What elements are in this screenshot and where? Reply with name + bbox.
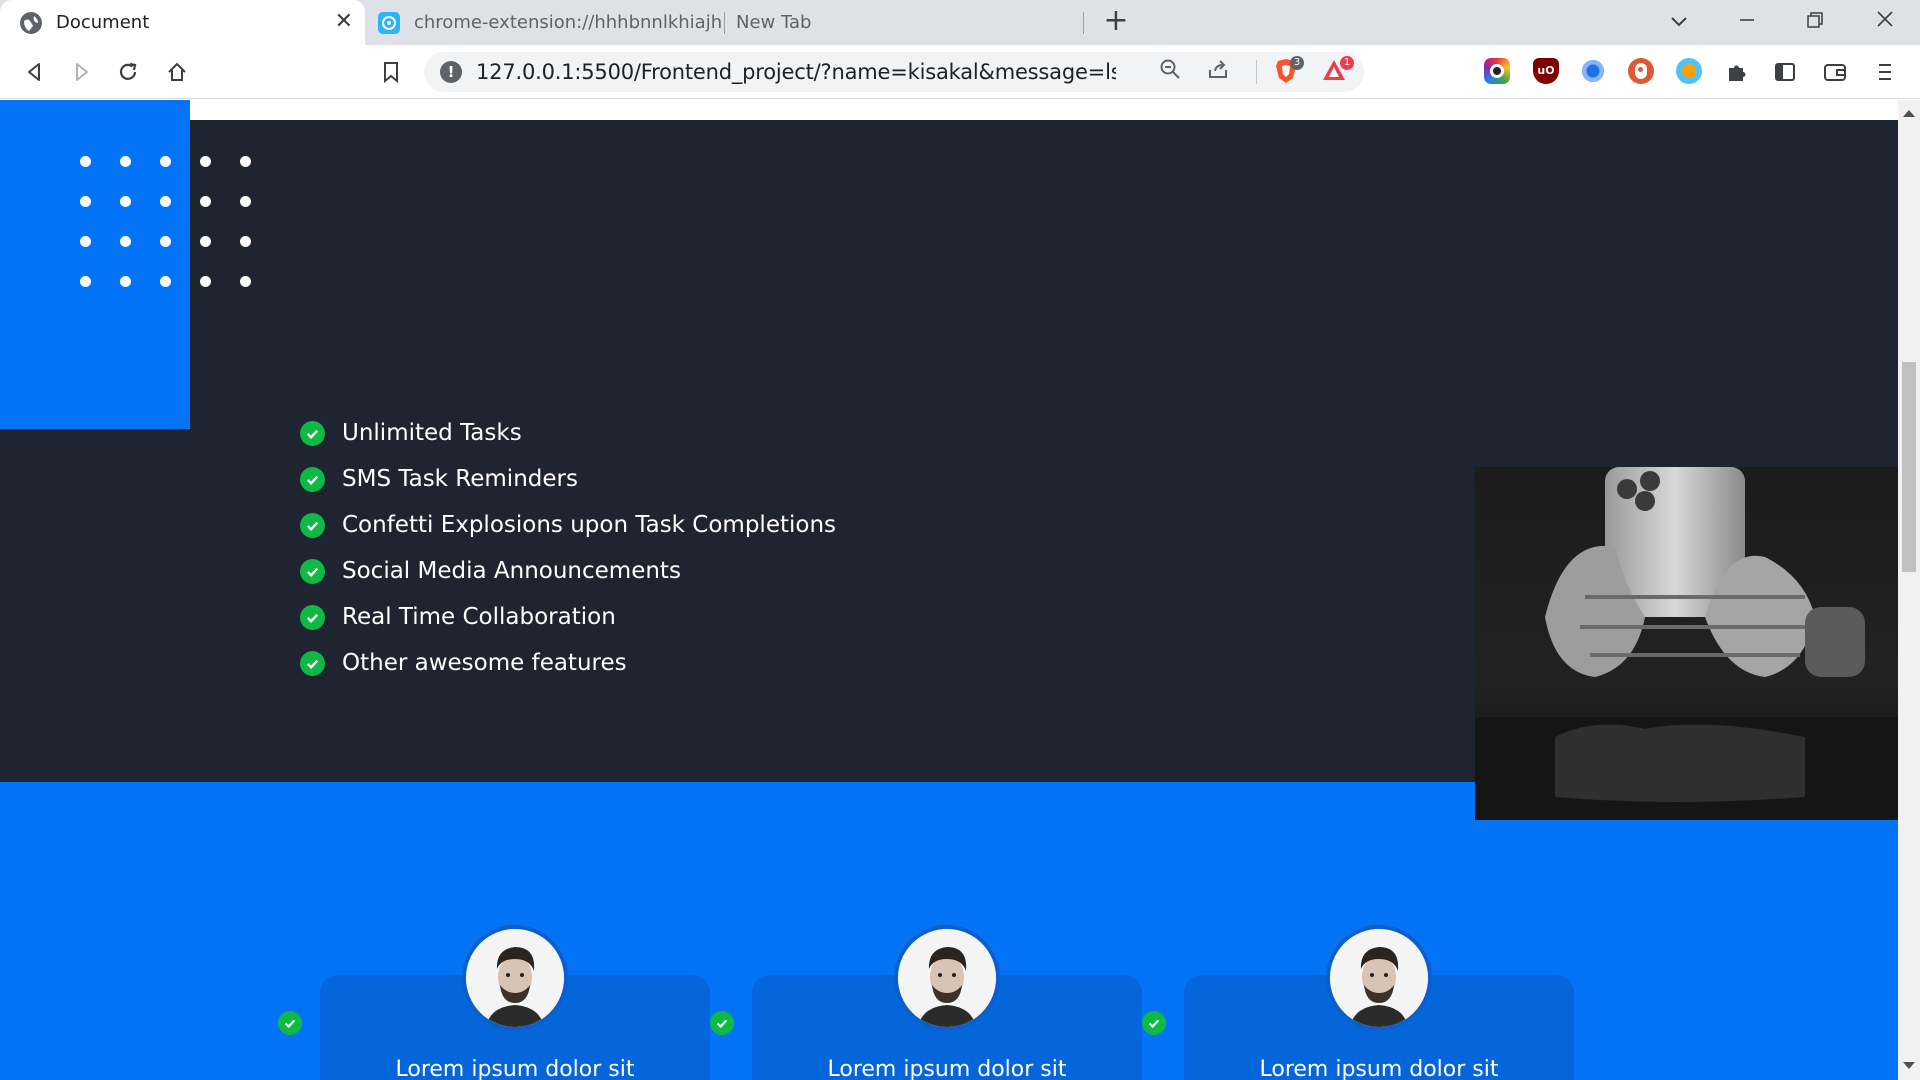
site-info-icon[interactable]: ! bbox=[440, 61, 462, 83]
check-circle-icon bbox=[710, 1011, 734, 1035]
avatar bbox=[894, 925, 1000, 1031]
tab-title: New Tab bbox=[736, 12, 812, 33]
extensions-puzzle-icon[interactable] bbox=[1722, 57, 1752, 87]
tab-new-tab[interactable]: New Tab bbox=[726, 0, 1084, 45]
testimonials-section: Lorem ipsum dolor sit Lorem ipsum dolor … bbox=[0, 782, 1898, 1080]
extension-favicon-icon bbox=[378, 11, 400, 34]
feature-label: Confetti Explosions upon Task Completion… bbox=[342, 512, 837, 538]
address-bar[interactable]: ! 127.0.0.1:5500/Frontend_project/?name=… bbox=[424, 52, 1364, 92]
check-circle-icon bbox=[300, 650, 325, 676]
check-circle-icon bbox=[300, 512, 325, 538]
tab-title: Document bbox=[56, 12, 150, 33]
minimize-icon[interactable] bbox=[1727, 6, 1767, 38]
phone-hands-photo bbox=[1475, 467, 1898, 820]
brave-rewards-badge: 1 bbox=[1340, 56, 1354, 70]
tab-search-chevron-icon[interactable] bbox=[1659, 6, 1699, 38]
brave-rewards-icon[interactable]: 1 bbox=[1320, 56, 1354, 86]
tab-document[interactable]: Document ✕ bbox=[0, 0, 365, 45]
avatar bbox=[1326, 925, 1432, 1031]
tab-separator bbox=[724, 12, 725, 34]
zoom-icon[interactable] bbox=[1156, 58, 1184, 86]
tab-separator bbox=[1083, 12, 1084, 34]
home-icon[interactable] bbox=[162, 57, 192, 87]
check-circle-icon bbox=[300, 420, 325, 446]
color-picker-extension-icon[interactable] bbox=[1484, 58, 1510, 84]
close-window-icon[interactable] bbox=[1865, 6, 1905, 38]
feature-label: Social Media Announcements bbox=[342, 558, 681, 584]
brave-shields-badge: 3 bbox=[1290, 56, 1304, 70]
blue-extension-icon[interactable] bbox=[1580, 58, 1606, 84]
url-text[interactable]: 127.0.0.1:5500/Frontend_project/?name=ki… bbox=[476, 60, 1116, 84]
back-icon[interactable] bbox=[20, 57, 50, 87]
feature-label: SMS Task Reminders bbox=[342, 466, 578, 492]
omnibox-divider bbox=[1256, 60, 1257, 84]
page-scrollbar[interactable] bbox=[1898, 100, 1920, 1080]
avatar bbox=[462, 925, 568, 1031]
features-list: Unlimited Tasks SMS Task Reminders Confe… bbox=[300, 410, 836, 686]
scroll-up-arrow-icon[interactable] bbox=[1903, 110, 1915, 117]
check-circle-icon bbox=[278, 1011, 302, 1035]
menu-icon[interactable] bbox=[1870, 57, 1900, 87]
decorative-blue-block bbox=[0, 100, 190, 429]
bookmark-icon[interactable] bbox=[376, 57, 406, 87]
feature-item: Confetti Explosions upon Task Completion… bbox=[300, 502, 836, 548]
testimonial-text: Lorem ipsum dolor sit bbox=[1259, 1057, 1499, 1080]
close-tab-icon[interactable]: ✕ bbox=[335, 10, 353, 34]
check-circle-icon bbox=[300, 604, 325, 630]
brave-shields-icon[interactable]: 3 bbox=[1272, 56, 1304, 86]
new-tab-plus-icon[interactable]: + bbox=[1100, 6, 1132, 38]
feature-item: Social Media Announcements bbox=[300, 548, 836, 594]
earth-extension-icon[interactable] bbox=[1676, 58, 1702, 84]
tab-extension[interactable]: chrome-extension://hhhbnnlkhiajhlfm bbox=[370, 0, 722, 45]
tab-title: chrome-extension://hhhbnnlkhiajhlfm bbox=[414, 12, 722, 33]
feature-item: Real Time Collaboration bbox=[300, 594, 836, 640]
tab-strip: Document ✕ chrome-extension://hhhbnnlkhi… bbox=[0, 0, 1920, 45]
testimonial-text: Lorem ipsum dolor sit bbox=[395, 1057, 635, 1080]
check-circle-icon bbox=[1142, 1011, 1166, 1035]
check-circle-icon bbox=[300, 466, 325, 492]
feature-label: Real Time Collaboration bbox=[342, 604, 616, 630]
browser-toolbar: ! 127.0.0.1:5500/Frontend_project/?name=… bbox=[0, 45, 1920, 99]
page-viewport: Unlimited Tasks SMS Task Reminders Confe… bbox=[0, 100, 1898, 1080]
wallet-icon[interactable] bbox=[1820, 57, 1850, 87]
restore-icon[interactable] bbox=[1795, 6, 1835, 38]
scrollbar-thumb[interactable] bbox=[1902, 362, 1916, 572]
check-circle-icon bbox=[300, 558, 325, 584]
duckduckgo-icon[interactable] bbox=[1628, 58, 1654, 84]
ublock-origin-icon[interactable]: uO bbox=[1533, 58, 1559, 84]
feature-label: Other awesome features bbox=[342, 650, 627, 676]
testimonial-text: Lorem ipsum dolor sit bbox=[827, 1057, 1067, 1080]
scroll-down-arrow-icon[interactable] bbox=[1903, 1062, 1915, 1069]
globe-icon bbox=[20, 11, 42, 34]
reload-icon[interactable] bbox=[113, 57, 143, 87]
feature-label: Unlimited Tasks bbox=[342, 420, 522, 446]
feature-item: Unlimited Tasks bbox=[300, 410, 836, 456]
share-icon[interactable] bbox=[1204, 58, 1232, 86]
side-panel-icon[interactable] bbox=[1770, 57, 1800, 87]
forward-icon[interactable] bbox=[66, 57, 96, 87]
feature-item: SMS Task Reminders bbox=[300, 456, 836, 502]
feature-item: Other awesome features bbox=[300, 640, 836, 686]
